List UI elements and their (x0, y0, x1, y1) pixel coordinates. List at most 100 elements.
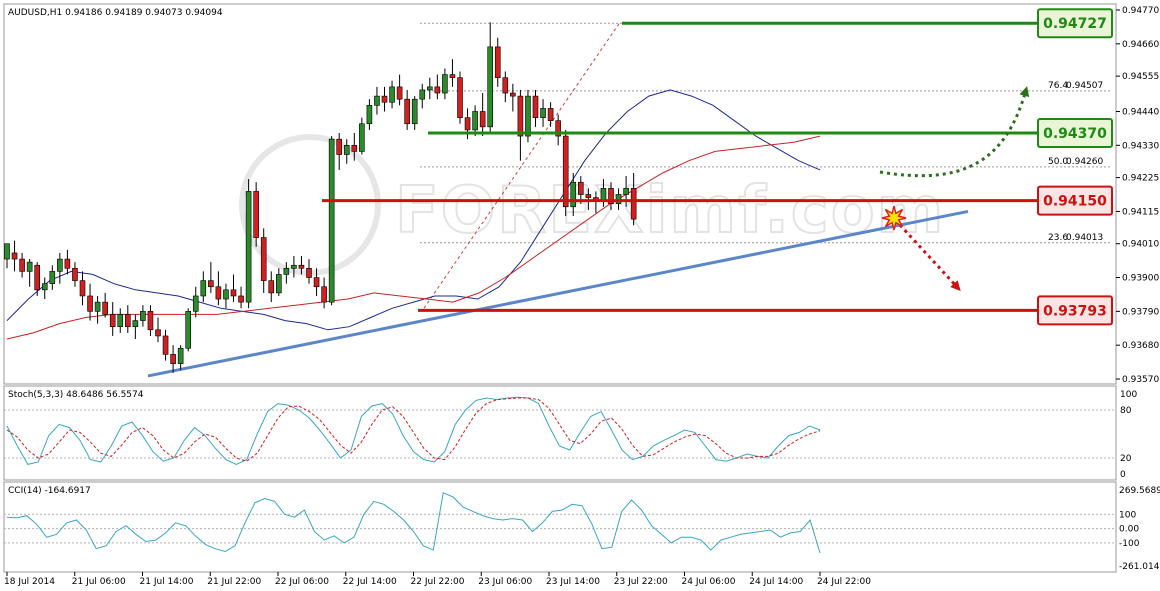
candle-body-bear (396, 86, 403, 100)
breakout-burst-icon (881, 205, 907, 231)
candle-body-bear (313, 277, 320, 288)
price-axis-label: 0.93790 (1122, 307, 1159, 317)
price-axis-label: 0.94225 (1122, 174, 1159, 184)
candle-body-bull (192, 295, 199, 312)
fib-value-label: 0.94260 (1066, 157, 1103, 167)
stoch-axis-label: 100 (1120, 390, 1137, 400)
candle-body-bear (502, 77, 509, 94)
candle-body-bear (238, 295, 244, 303)
candle-body-bull (615, 194, 622, 205)
candle-body-bull (275, 274, 282, 294)
candle-body-bull (389, 86, 395, 103)
candle-body-bear (510, 92, 516, 97)
price-axis-label: 0.94660 (1122, 40, 1159, 50)
candle-body-bear (630, 188, 637, 220)
candle-body-bull (487, 46, 494, 128)
time-axis-label: 22 Jul 06:00 (275, 577, 329, 587)
candle-body-bull (600, 188, 607, 201)
time-axis-label: 21 Jul 06:00 (72, 577, 126, 587)
candle-body-bear (155, 329, 161, 337)
candle-body-bull (442, 74, 448, 94)
price-axis-label: 0.94555 (1122, 72, 1159, 82)
stoch-panel (3, 385, 1117, 481)
candle-body-bear (125, 314, 131, 328)
candle-body-bull (291, 264, 297, 269)
candle-body-bull (4, 243, 10, 260)
candle-body-bear (268, 280, 275, 294)
price-axis-label: 0.94115 (1122, 207, 1159, 217)
candle-body-bull (200, 280, 207, 297)
candle-body-bear (11, 252, 18, 260)
candle-body-bear (532, 95, 539, 118)
candle-body-bull (117, 314, 124, 328)
candle-body-bear (457, 77, 463, 118)
time-axis-label: 23 Jul 06:00 (478, 577, 532, 587)
cci-axis-label: 100 (1119, 510, 1136, 520)
candle-body-bear (64, 258, 71, 269)
candle-body-bear (19, 258, 25, 272)
cci-axis-label: -100 (1119, 539, 1140, 549)
candle-body-bear (404, 98, 410, 125)
candle-body-bear (208, 280, 214, 288)
candle-body-bear (109, 314, 116, 328)
candle-body-bull (223, 289, 229, 300)
candle-body-bear (336, 138, 343, 155)
price-axis-label: 0.93570 (1122, 375, 1159, 385)
candle-body-bear (260, 237, 267, 281)
time-axis-label: 22 Jul 14:00 (343, 577, 397, 587)
candle-body-bull (94, 301, 101, 312)
candle-body-bull (623, 188, 629, 195)
time-axis-label: 18 Jul 2014 (4, 577, 55, 587)
candle-body-bull (245, 191, 252, 303)
candle-body-bull (374, 95, 380, 106)
price-axis-label: 0.94330 (1122, 141, 1159, 151)
fib-value-label: 0.94507 (1066, 81, 1103, 91)
candle-body-bear (298, 264, 305, 269)
candle-body-bull (426, 86, 433, 91)
level-price-label: 0.94150 (1043, 194, 1107, 210)
level-box-resistance: 0.94727 (1037, 8, 1113, 39)
candle-body-bear (79, 280, 86, 297)
candle-body-bull (328, 138, 335, 303)
candle-body-bull (185, 311, 191, 349)
candle-body-bear (321, 286, 327, 303)
candle-body-bull (366, 105, 373, 125)
stoch-axis-label: 0 (1120, 470, 1126, 480)
symbol-header: AUDUSD,H1 0.94186 0.94189 0.94073 0.9409… (8, 8, 223, 18)
candle-body-bear (449, 74, 456, 78)
candle-body-bull (283, 267, 290, 275)
candle-body-bear (479, 111, 486, 128)
candle-body-bear (577, 181, 584, 195)
candle-body-bull (140, 311, 146, 321)
candle-body-bull (540, 108, 546, 118)
cci-header: CCI(14) -164.6917 (8, 486, 91, 496)
time-axis-label: 24 Jul 06:00 (682, 577, 736, 587)
candle-body-bear (434, 86, 441, 94)
candle-body-bear (381, 95, 388, 103)
candle-body-bear (72, 267, 78, 281)
time-axis-label: 24 Jul 22:00 (817, 577, 871, 587)
candle-body-bear (464, 117, 471, 131)
candle-body-bear (102, 301, 108, 315)
price-axis-label: 0.94440 (1122, 107, 1159, 117)
cci-axis-label: 0.00 (1119, 525, 1139, 535)
candle-body-bull (411, 98, 418, 125)
candle (562, 129, 569, 217)
time-axis-label: 22 Jul 22:00 (411, 577, 465, 587)
level-box-support: 0.94150 (1037, 185, 1113, 216)
candle-body-bear (230, 289, 237, 297)
candle-body-bear (585, 194, 592, 198)
candle-body-bear (562, 135, 569, 208)
level-price-label: 0.93793 (1043, 303, 1107, 319)
candle (457, 71, 463, 124)
candle-body-bull (57, 258, 63, 272)
candle-body-bull (359, 123, 365, 152)
candle-body-bear (351, 145, 358, 152)
time-axis-label: 21 Jul 22:00 (207, 577, 261, 587)
candle-body-bear (87, 295, 93, 312)
stoch-axis-label: 20 (1120, 454, 1132, 464)
watermark-text: FOREXimf.com (395, 174, 945, 248)
candle-body-bull (472, 111, 478, 131)
candle (185, 308, 191, 352)
fib-value-label: 0.94013 (1066, 233, 1103, 243)
